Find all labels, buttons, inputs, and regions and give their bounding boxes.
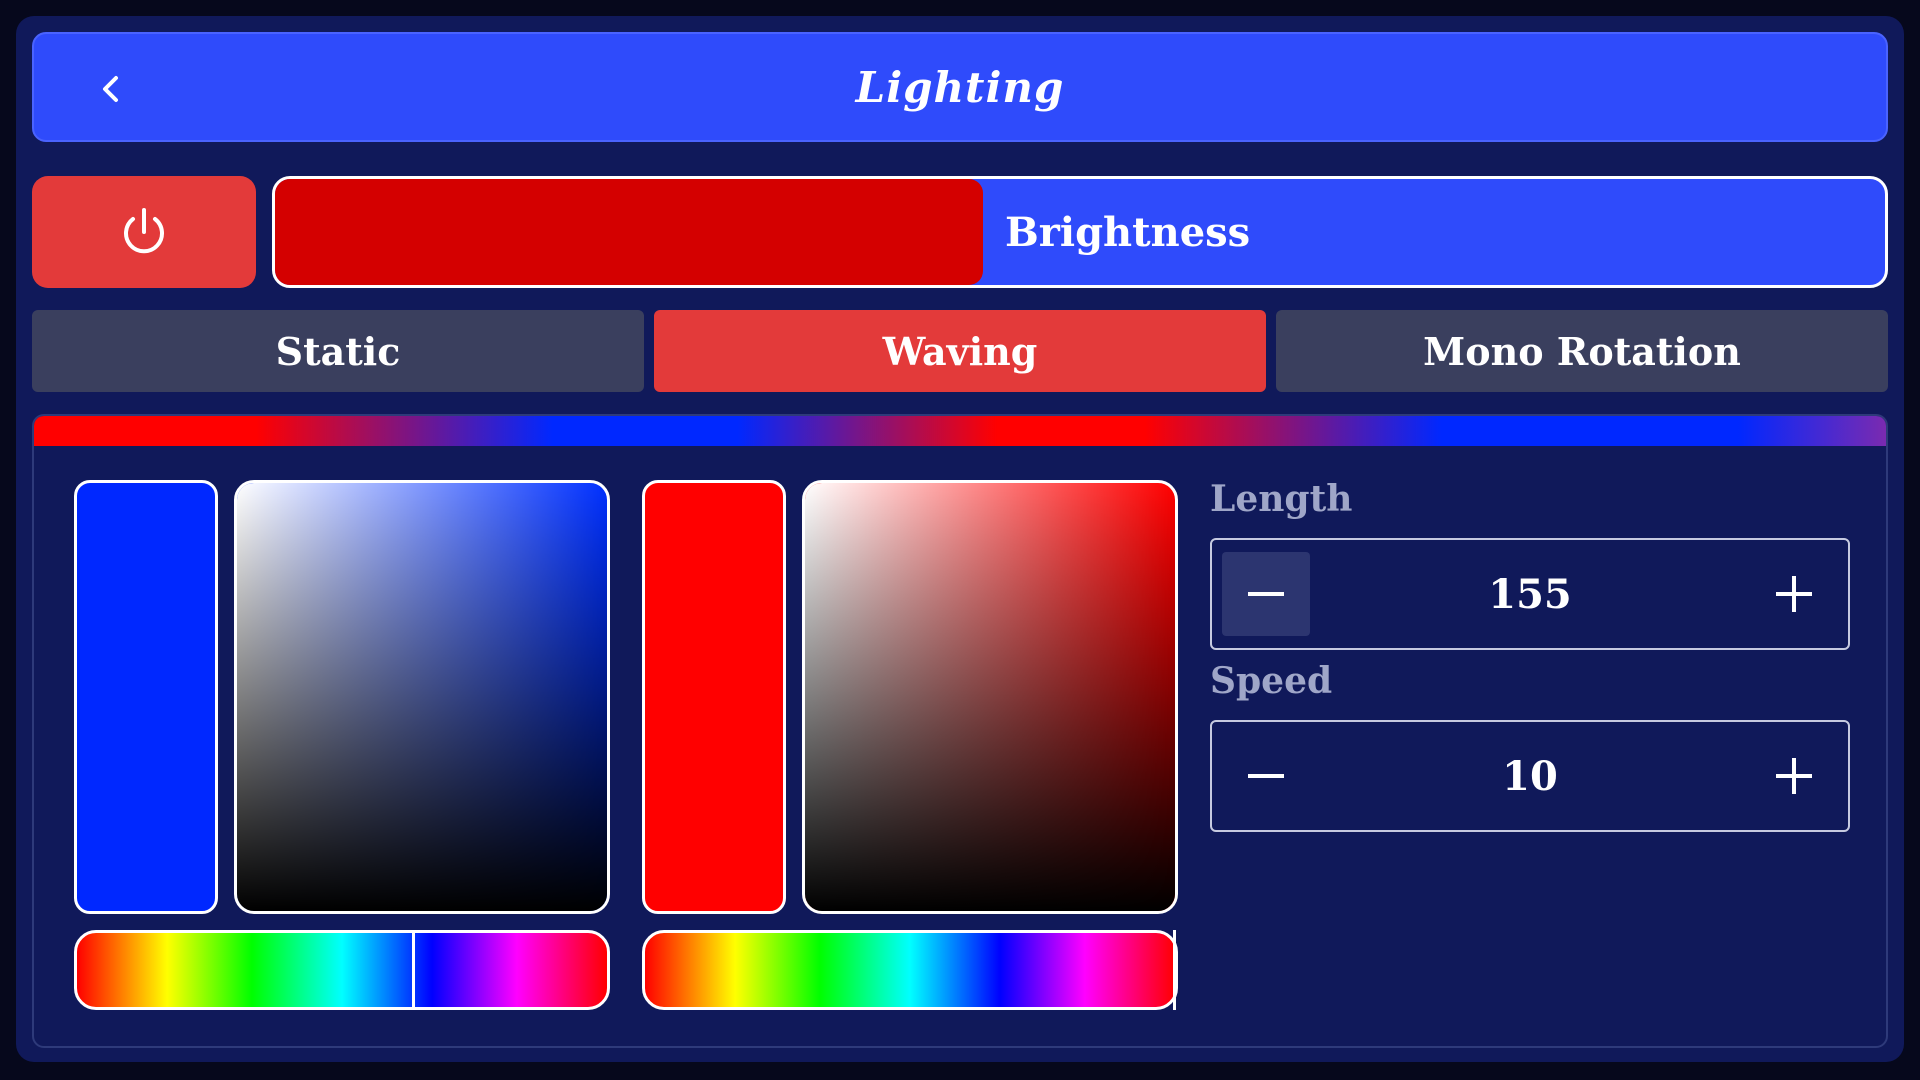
brightness-fill <box>275 179 984 285</box>
back-arrow-icon[interactable] <box>94 72 128 106</box>
length-label: Length <box>1210 478 1353 520</box>
power-button[interactable] <box>32 176 256 288</box>
plus-icon <box>1776 576 1812 612</box>
saturation-value-picker-1[interactable] <box>234 480 610 914</box>
mode-tabs: Static Waving Mono Rotation <box>32 310 1888 392</box>
saturation-value-picker-2[interactable] <box>802 480 1178 914</box>
speed-stepper: 10 <box>1210 720 1850 832</box>
tab-static[interactable]: Static <box>32 310 644 392</box>
minus-icon <box>1248 592 1284 596</box>
brightness-slider[interactable]: Brightness <box>272 176 1888 288</box>
speed-value[interactable]: 10 <box>1332 722 1728 830</box>
length-stepper: 155 <box>1210 538 1850 650</box>
plus-icon <box>1776 758 1812 794</box>
length-increment-button[interactable] <box>1750 552 1838 636</box>
speed-label: Speed <box>1210 660 1333 702</box>
hue-slider-2[interactable] <box>642 930 1178 1010</box>
hue-marker-1[interactable] <box>411 930 415 1010</box>
color-swatch-2[interactable] <box>642 480 786 914</box>
power-icon <box>124 208 164 254</box>
tab-waving[interactable]: Waving <box>654 310 1266 392</box>
length-value[interactable]: 155 <box>1332 540 1728 648</box>
tab-mono-rotation[interactable]: Mono Rotation <box>1276 310 1888 392</box>
hue-marker-2[interactable] <box>1173 930 1176 1010</box>
hue-slider-1[interactable] <box>74 930 610 1010</box>
color-panel: Length 155 Speed 10 <box>32 414 1888 1048</box>
color-swatch-1[interactable] <box>74 480 218 914</box>
speed-decrement-button[interactable] <box>1222 734 1310 818</box>
length-decrement-button[interactable] <box>1222 552 1310 636</box>
brightness-label: Brightness <box>1005 208 1251 256</box>
wave-preview-gradient <box>34 416 1886 446</box>
page-title: Lighting <box>855 62 1065 112</box>
header-bar: Lighting <box>32 32 1888 142</box>
minus-icon <box>1248 774 1284 778</box>
speed-increment-button[interactable] <box>1750 734 1838 818</box>
